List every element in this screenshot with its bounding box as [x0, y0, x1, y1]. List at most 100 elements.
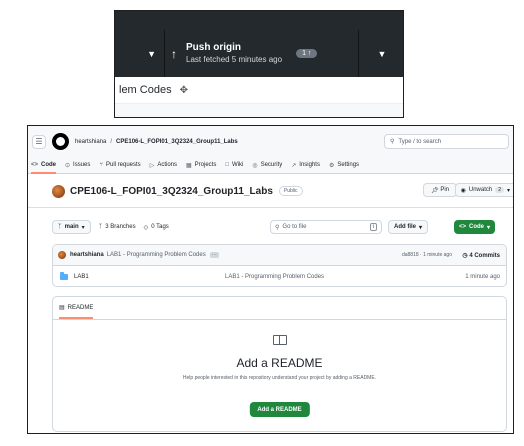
- breadcrumb: heartshiana / CPE106-L_FOPI01_3Q2324_Gro…: [75, 139, 238, 145]
- table-icon: ▦: [186, 162, 192, 169]
- readme-description: Help people interested in this repositor…: [182, 375, 377, 381]
- gear-icon: ⚙: [328, 162, 335, 169]
- visibility-badge: Public: [278, 186, 303, 196]
- readme-tabbar: ▤ README: [53, 297, 506, 320]
- file-table: heartshiana LAB1 - Programming Problem C…: [52, 244, 507, 287]
- divider: [28, 207, 513, 208]
- push-count-badge: 1 ↑: [296, 49, 318, 58]
- tab-label: Issues: [73, 162, 91, 168]
- eye-icon: ◉: [460, 187, 466, 194]
- commit-author[interactable]: heartshiana: [70, 252, 104, 258]
- github-desktop-crop: ▼ ↑ Push origin Last fetched 5 minutes a…: [114, 10, 404, 118]
- search-icon: ⚲: [390, 139, 395, 145]
- go-to-file-input[interactable]: ⚲ Go to file t: [270, 220, 382, 234]
- tab-actions[interactable]: ▷ Actions: [150, 157, 177, 174]
- book-icon: ▤: [59, 305, 65, 311]
- search-placeholder: Type / to search: [398, 138, 442, 145]
- code-button[interactable]: <> Code ▾: [454, 220, 496, 234]
- tags-count: 0 Tags: [151, 224, 169, 230]
- chevron-down-icon: ▾: [487, 224, 491, 231]
- search-icon: ⚲: [275, 224, 280, 231]
- github-logo-icon[interactable]: [52, 133, 69, 150]
- github-web-crop: ☰ heartshiana / CPE106-L_FOPI01_3Q2324_G…: [27, 125, 514, 434]
- readme-body: Add a README Help people interested in t…: [53, 320, 506, 431]
- unwatch-label: Unwatch: [468, 187, 493, 193]
- latest-commit-row: heartshiana LAB1 - Programming Problem C…: [53, 245, 506, 266]
- changes-row-text: lem Codes: [119, 84, 172, 96]
- breadcrumb-repo[interactable]: CPE106-L_FOPI01_3Q2324_Group11_Labs: [116, 139, 238, 145]
- global-search-input[interactable]: ⚲ Type / to search: [384, 134, 509, 149]
- branches-link[interactable]: ᛉ 3 Branches: [99, 224, 136, 230]
- desktop-toolbar: ▼ ↑ Push origin Last fetched 5 minutes a…: [115, 30, 403, 77]
- tab-code[interactable]: <> Code: [31, 157, 57, 174]
- file-name[interactable]: LAB1: [74, 274, 89, 280]
- chevron-down-icon: ▾: [506, 187, 510, 194]
- file-time: 1 minute ago: [465, 273, 500, 280]
- push-dropdown-button[interactable]: ▼: [359, 30, 403, 77]
- tab-label: Wiki: [231, 162, 244, 168]
- repo-title[interactable]: CPE106-L_FOPI01_3Q2324_Group11_Labs: [70, 186, 273, 197]
- chevron-down-icon: ▼: [377, 48, 387, 59]
- ellipsis-icon[interactable]: ⋯: [209, 252, 219, 258]
- desktop-title-strip: [115, 11, 403, 30]
- readme-tab[interactable]: ▤ README: [59, 304, 94, 319]
- tab-issues[interactable]: ⊙ Issues: [65, 157, 90, 174]
- avatar[interactable]: [58, 251, 66, 259]
- pin-label: Pin: [440, 187, 449, 193]
- issue-icon: ⊙: [65, 162, 71, 169]
- tab-security[interactable]: ◎ Security: [252, 157, 282, 174]
- changes-list-row[interactable]: lem Codes ✥: [115, 77, 403, 104]
- desktop-bottom-area: [115, 104, 403, 117]
- screenshot-canvas: ▼ ↑ Push origin Last fetched 5 minutes a…: [0, 0, 524, 446]
- tab-wiki[interactable]: □ Wiki: [225, 157, 243, 174]
- branch-dropdown-cell[interactable]: ▼: [115, 30, 165, 77]
- book-icon: [272, 335, 287, 345]
- commit-message[interactable]: LAB1 - Programming Problem Codes: [107, 252, 206, 258]
- history-icon: ◷: [462, 252, 468, 259]
- push-origin-button[interactable]: ↑ Push origin Last fetched 5 minutes ago…: [165, 30, 359, 77]
- repo-nav-tabs: <> Code ⊙ Issues ⑂ Pull requests ▷ Actions ▦…: [28, 157, 513, 174]
- readme-panel: ▤ README Add a README Help people intere…: [52, 296, 507, 432]
- add-file-button[interactable]: Add file ▾: [388, 220, 429, 234]
- branch-icon: ᛉ: [98, 224, 103, 230]
- play-icon: ▷: [149, 162, 155, 169]
- table-row[interactable]: LAB1 LAB1 - Programming Problem Codes 1 …: [53, 266, 506, 286]
- avatar[interactable]: [52, 184, 65, 198]
- readme-title: Add a README: [236, 356, 323, 370]
- unwatch-button[interactable]: ◉ Unwatch 2 ▾: [454, 183, 513, 197]
- commit-hash-time[interactable]: da8818 · 1 minute ago: [402, 252, 452, 258]
- menu-icon[interactable]: ☰: [32, 134, 46, 149]
- branch-selector-button[interactable]: ᛉ main ▾: [52, 220, 91, 234]
- pin-icon: 📌︎: [431, 187, 439, 194]
- shortcut-key: t: [369, 223, 377, 231]
- commits-link[interactable]: ◷ 4 Commits: [462, 252, 500, 259]
- book-icon: □: [225, 162, 229, 168]
- file-toolbar: ᛉ main ▾ ᛉ 3 Branches ◇ 0 Tags ⚲ Go to f…: [52, 219, 507, 235]
- pin-button[interactable]: 📌︎ Pin: [423, 183, 457, 197]
- tab-settings[interactable]: ⚙ Settings: [329, 157, 359, 174]
- add-readme-button[interactable]: Add a README: [249, 402, 310, 417]
- tab-label: Pull requests: [106, 162, 141, 168]
- add-file-label: Add file: [394, 224, 416, 230]
- chevron-down-icon: ▾: [81, 224, 85, 231]
- repo-header: CPE106-L_FOPI01_3Q2324_Group11_Labs Publ…: [52, 182, 513, 200]
- push-origin-title: Push origin: [186, 42, 241, 53]
- code-icon: <>: [459, 224, 467, 230]
- code-button-label: Code: [469, 224, 485, 230]
- tab-label: Projects: [194, 162, 217, 168]
- tab-label: Settings: [337, 162, 360, 168]
- watch-count: 2: [495, 187, 504, 193]
- global-header: ☰ heartshiana / CPE106-L_FOPI01_3Q2324_G…: [28, 126, 513, 157]
- arrow-up-icon: ↑: [171, 46, 177, 61]
- tab-pull-requests[interactable]: ⑂ Pull requests: [99, 157, 140, 174]
- move-cursor-icon: ✥: [179, 84, 188, 96]
- tab-projects[interactable]: ▦ Projects: [186, 157, 216, 174]
- breadcrumb-owner[interactable]: heartshiana: [75, 139, 106, 145]
- file-commit-message[interactable]: LAB1 - Programming Problem Codes: [225, 274, 324, 280]
- tab-label: Insights: [299, 162, 320, 168]
- branch-icon: ᛉ: [58, 224, 62, 230]
- readme-tab-label: README: [67, 304, 94, 311]
- tab-insights[interactable]: ↗ Insights: [291, 157, 320, 174]
- shield-icon: ◎: [252, 162, 258, 169]
- tags-link[interactable]: ◇ 0 Tags: [144, 224, 169, 231]
